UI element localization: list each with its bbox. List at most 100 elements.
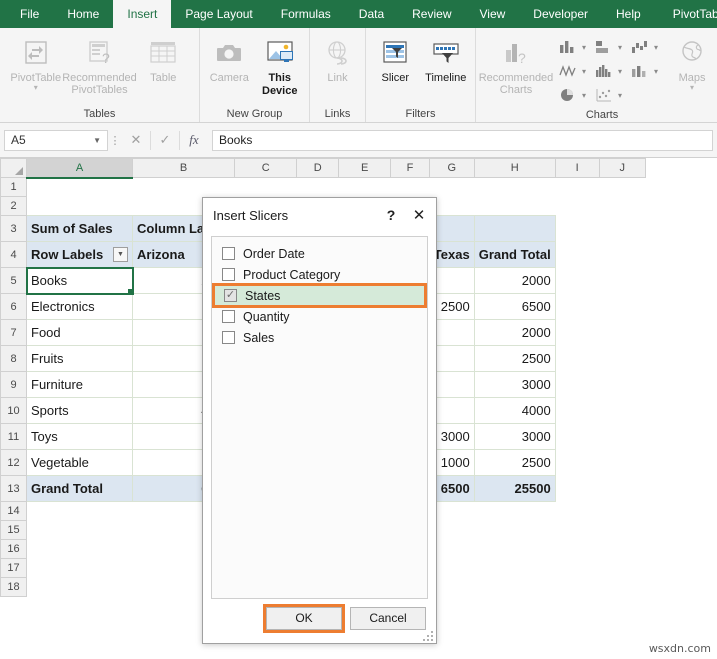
name-box[interactable]: A5 ▼ bbox=[4, 129, 108, 151]
chevron-down-icon[interactable]: ▾ bbox=[618, 91, 622, 100]
row-header-8[interactable]: 8 bbox=[0, 345, 27, 372]
cancel-button[interactable]: Cancel bbox=[350, 606, 426, 630]
this-device-button[interactable]: Camera This Device bbox=[255, 33, 306, 98]
column-header-d[interactable]: D bbox=[296, 158, 340, 178]
cell-h4[interactable]: Grand Total bbox=[473, 241, 556, 268]
row-header-10[interactable]: 10 bbox=[0, 397, 27, 424]
list-item-product-category[interactable]: Product Category bbox=[212, 264, 427, 285]
cell-i6[interactable] bbox=[555, 293, 600, 320]
close-icon[interactable]: ✕ bbox=[404, 206, 434, 224]
formula-input[interactable]: Books bbox=[212, 129, 713, 151]
chevron-down-icon[interactable]: ▾ bbox=[582, 67, 586, 76]
cell-i3[interactable] bbox=[555, 215, 600, 242]
bar-chart-button[interactable]: ▾ bbox=[588, 35, 624, 59]
column-header-f[interactable]: F bbox=[390, 158, 430, 178]
cell-j12[interactable] bbox=[599, 449, 646, 476]
filter-dropdown-icon[interactable]: ▼ bbox=[113, 247, 128, 262]
row-header-5[interactable]: 5 bbox=[0, 267, 27, 294]
cell-a7[interactable]: Food bbox=[26, 319, 133, 346]
row-header-18[interactable]: 18 bbox=[0, 577, 27, 597]
dialog-title-bar[interactable]: Insert Slicers ? ✕ bbox=[203, 198, 436, 232]
chevron-down-icon[interactable]: ▾ bbox=[618, 43, 622, 52]
row-1-cells[interactable] bbox=[26, 177, 646, 197]
cell-h12[interactable]: 2500 bbox=[473, 449, 556, 476]
cell-j13[interactable] bbox=[599, 475, 646, 502]
tab-insert[interactable]: Insert bbox=[113, 0, 172, 28]
cell-i7[interactable] bbox=[555, 319, 600, 346]
cell-i4[interactable] bbox=[555, 241, 600, 268]
formula-bar-handle[interactable]: ⋮ bbox=[108, 134, 122, 147]
line-chart-button[interactable]: ▾ bbox=[552, 59, 588, 83]
waterfall-chart-button[interactable]: ▾ bbox=[624, 35, 660, 59]
tab-page-layout[interactable]: Page Layout bbox=[171, 0, 266, 28]
tab-home[interactable]: Home bbox=[53, 0, 113, 28]
tab-pivottable-analyze[interactable]: PivotTable A bbox=[655, 0, 717, 28]
combo-chart-button[interactable]: ▾ bbox=[624, 59, 660, 83]
tab-view[interactable]: View bbox=[466, 0, 520, 28]
column-header-j[interactable]: J bbox=[598, 158, 646, 178]
cell-a9[interactable]: Furniture bbox=[26, 371, 133, 398]
cell-i12[interactable] bbox=[555, 449, 600, 476]
chevron-down-icon[interactable]: ▾ bbox=[582, 43, 586, 52]
chevron-down-icon[interactable]: ▾ bbox=[654, 43, 658, 52]
pie-chart-button[interactable]: ▾ bbox=[552, 83, 588, 107]
slicer-button[interactable]: Slicer bbox=[370, 33, 421, 84]
recommended-pivottables-button[interactable]: ? Recommended PivotTables bbox=[62, 33, 137, 96]
cell-j11[interactable] bbox=[599, 423, 646, 450]
ok-button[interactable]: OK bbox=[263, 603, 345, 633]
row-header-6[interactable]: 6 bbox=[0, 293, 27, 320]
cell-i10[interactable] bbox=[555, 397, 600, 424]
resize-grip[interactable] bbox=[423, 631, 433, 641]
row-header-1[interactable]: 1 bbox=[0, 177, 27, 197]
cell-i5[interactable] bbox=[555, 267, 600, 294]
cell-i11[interactable] bbox=[555, 423, 600, 450]
cell-a6[interactable]: Electronics bbox=[26, 293, 133, 320]
chevron-down-icon[interactable]: ▼ bbox=[93, 136, 101, 145]
fx-icon[interactable]: fx bbox=[180, 130, 208, 151]
row-header-17[interactable]: 17 bbox=[0, 558, 27, 578]
column-header-b[interactable]: B bbox=[131, 158, 236, 178]
checkbox-order-date[interactable] bbox=[222, 247, 235, 260]
row-header-7[interactable]: 7 bbox=[0, 319, 27, 346]
row-header-13[interactable]: 13 bbox=[0, 475, 27, 502]
cell-h5[interactable]: 2000 bbox=[473, 267, 556, 294]
cell-h3[interactable] bbox=[473, 215, 556, 242]
row-header-2[interactable]: 2 bbox=[0, 196, 27, 216]
slicer-field-listbox[interactable]: Order Date Product Category States Quant… bbox=[211, 236, 428, 599]
tab-review[interactable]: Review bbox=[398, 0, 465, 28]
list-item-quantity[interactable]: Quantity bbox=[212, 306, 427, 327]
cell-h11[interactable]: 3000 bbox=[473, 423, 556, 450]
column-header-a[interactable]: A bbox=[26, 158, 133, 179]
row-header-15[interactable]: 15 bbox=[0, 520, 27, 540]
cell-h13[interactable]: 25500 bbox=[473, 475, 556, 502]
cell-a12[interactable]: Vegetable bbox=[26, 449, 133, 476]
pivottable-button[interactable]: PivotTable ▾ bbox=[4, 33, 68, 92]
cell-i13[interactable] bbox=[555, 475, 600, 502]
column-header-i[interactable]: I bbox=[554, 158, 600, 178]
cell-i9[interactable] bbox=[555, 371, 600, 398]
cell-h9[interactable]: 3000 bbox=[473, 371, 556, 398]
cell-a13[interactable]: Grand Total bbox=[26, 475, 133, 502]
tab-data[interactable]: Data bbox=[345, 0, 398, 28]
row-header-16[interactable]: 16 bbox=[0, 539, 27, 559]
confirm-icon[interactable]: ✓ bbox=[151, 130, 179, 151]
checkbox-sales[interactable] bbox=[222, 331, 235, 344]
row-header-3[interactable]: 3 bbox=[0, 215, 27, 242]
column-header-e[interactable]: E bbox=[338, 158, 392, 178]
cell-a10[interactable]: Sports bbox=[26, 397, 133, 424]
checkbox-states[interactable] bbox=[224, 289, 237, 302]
column-header-h[interactable]: H bbox=[473, 158, 556, 178]
row-header-12[interactable]: 12 bbox=[0, 449, 27, 476]
cancel-icon[interactable]: ✕ bbox=[122, 130, 150, 151]
cell-j3[interactable] bbox=[599, 215, 646, 242]
cell-j9[interactable] bbox=[599, 371, 646, 398]
column-chart-button[interactable]: ▾ bbox=[552, 35, 588, 59]
cell-j8[interactable] bbox=[599, 345, 646, 372]
chevron-down-icon[interactable]: ▾ bbox=[690, 84, 694, 92]
chevron-down-icon[interactable]: ▾ bbox=[618, 67, 622, 76]
checkbox-product-category[interactable] bbox=[222, 268, 235, 281]
cell-j6[interactable] bbox=[599, 293, 646, 320]
cell-h6[interactable]: 6500 bbox=[473, 293, 556, 320]
row-header-4[interactable]: 4 bbox=[0, 241, 27, 268]
help-icon[interactable]: ? bbox=[378, 207, 404, 223]
